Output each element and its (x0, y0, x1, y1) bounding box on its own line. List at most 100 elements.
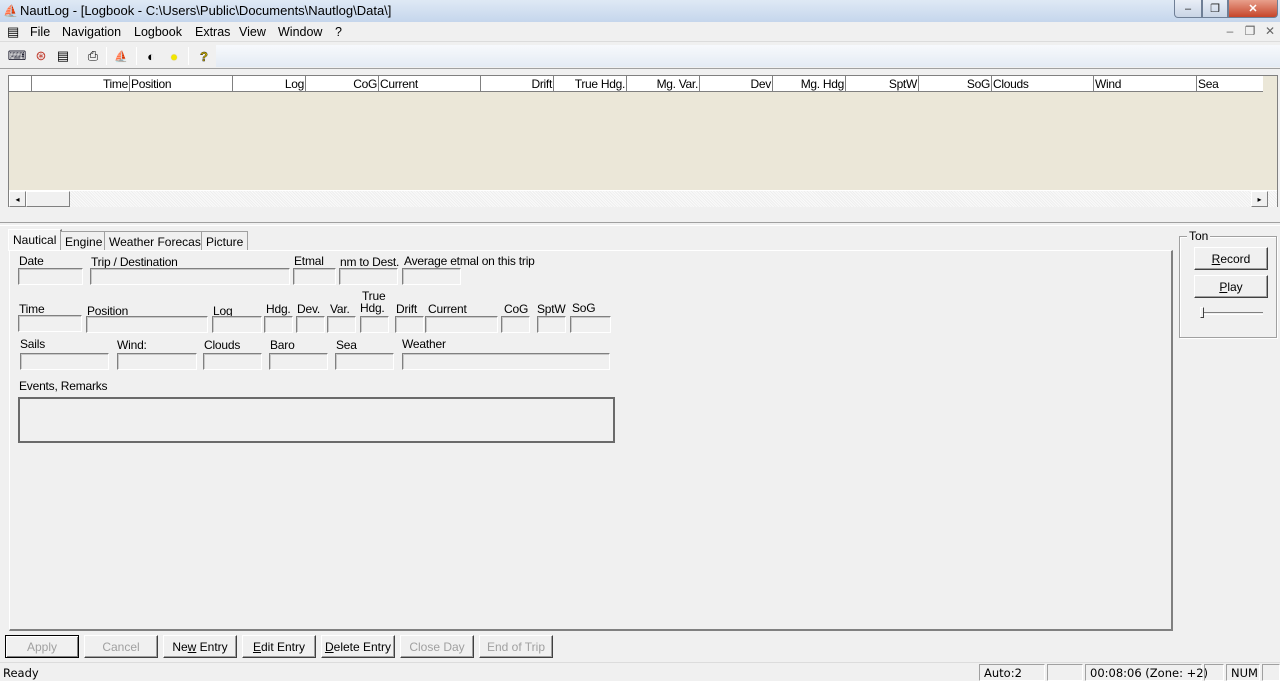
tab-picture[interactable]: Picture (201, 231, 249, 250)
nm-to-dest-label: nm to Dest. (340, 255, 400, 269)
weather-field[interactable] (402, 353, 610, 370)
logbook-icon[interactable]: ▤ (52, 46, 74, 66)
var-label: Var. (330, 302, 350, 316)
var-field[interactable] (327, 316, 356, 333)
nm-to-dest-field[interactable] (339, 268, 398, 285)
drift-field[interactable] (395, 316, 424, 333)
etmal-field[interactable] (293, 268, 336, 285)
dev-label: Dev. (297, 302, 320, 316)
menu-extras[interactable]: Extras (195, 25, 230, 39)
hdg-field[interactable] (264, 316, 293, 333)
menu-help[interactable]: ? (335, 25, 342, 39)
column-header-position[interactable]: Position (130, 76, 233, 92)
column-header-current[interactable]: Current (379, 76, 481, 92)
column-header-wind[interactable]: Wind (1094, 76, 1197, 92)
baro-label: Baro (270, 338, 295, 352)
column-header-sea[interactable]: Sea (1197, 76, 1256, 92)
sptw-field[interactable] (537, 316, 566, 333)
cog-field[interactable] (501, 316, 530, 333)
sea-field[interactable] (335, 353, 394, 370)
logbook-grid[interactable]: Time Position Log CoG Current Drift True… (8, 75, 1278, 207)
column-header-cog[interactable]: CoG (306, 76, 379, 92)
menu-view[interactable]: View (239, 25, 266, 39)
date-field[interactable] (18, 268, 83, 285)
window-title: NautLog - [Logbook - C:\Users\Public\Doc… (20, 3, 392, 18)
events-remarks-textarea[interactable] (18, 397, 615, 443)
current-label: Current (428, 302, 467, 316)
average-etmal-field[interactable] (402, 268, 461, 285)
column-header-true-hdg[interactable]: True Hdg. (554, 76, 627, 92)
events-remarks-label: Events, Remarks (19, 379, 108, 393)
apply-button[interactable]: Apply (5, 635, 79, 658)
scroll-right-button[interactable]: ▸ (1251, 191, 1268, 207)
lifebuoy-icon[interactable]: ⊛ (30, 46, 52, 66)
connect-gps-icon[interactable]: ⌨ (6, 46, 28, 66)
sails-field[interactable] (20, 353, 109, 370)
menu-logbook[interactable]: Logbook (134, 25, 182, 39)
clouds-field[interactable] (203, 353, 262, 370)
log-field[interactable] (212, 316, 262, 333)
column-header-mg-var[interactable]: Mg. Var. (627, 76, 700, 92)
column-header-selector[interactable] (9, 76, 32, 92)
clouds-label: Clouds (204, 338, 241, 352)
scroll-left-button[interactable]: ◂ (9, 191, 26, 207)
current-field[interactable] (425, 316, 498, 333)
status-auto: Auto:2 (979, 664, 1045, 681)
horizontal-scrollbar[interactable]: ◂ ▸ (9, 190, 1277, 207)
weather-label: Weather (402, 337, 446, 351)
column-header-mg-hdg[interactable]: Mg. Hdg (773, 76, 846, 92)
status-message: Ready (3, 666, 39, 680)
maximize-button[interactable]: ❐ (1202, 0, 1228, 18)
position-field[interactable] (86, 316, 208, 333)
baro-field[interactable] (269, 353, 328, 370)
column-header-drift[interactable]: Drift (481, 76, 554, 92)
menu-window[interactable]: Window (278, 25, 322, 39)
wind-field[interactable] (117, 353, 197, 370)
close-button[interactable]: ✕ (1228, 0, 1278, 18)
tab-engine[interactable]: Engine (60, 231, 108, 250)
close-day-button[interactable]: Close Day (400, 635, 474, 658)
mdi-minimize-button[interactable]: – (1220, 22, 1240, 40)
mdi-restore-button[interactable]: ❐ (1240, 22, 1260, 40)
time-field[interactable] (18, 315, 82, 332)
menu-file[interactable]: File (30, 25, 50, 39)
column-header-log[interactable]: Log (233, 76, 306, 92)
column-header-dev[interactable]: Dev (700, 76, 773, 92)
nautlog-icon[interactable]: ⛵ (110, 46, 132, 66)
column-header-time[interactable]: Time (32, 76, 130, 92)
volume-slider-track[interactable] (1201, 312, 1263, 315)
edit-entry-button[interactable]: Edit Entry (242, 635, 316, 658)
tab-nautical[interactable]: Nautical (8, 229, 63, 251)
sog-field[interactable] (570, 316, 611, 333)
app-icon[interactable]: ⛵ (3, 4, 18, 18)
true-hdg-field[interactable] (360, 316, 389, 333)
title-bar: ⛵ NautLog - [Logbook - C:\Users\Public\D… (0, 0, 1280, 22)
sails-label: Sails (20, 337, 46, 351)
record-button[interactable]: Record (1194, 247, 1268, 270)
splitter[interactable] (0, 222, 1280, 226)
column-header-sog[interactable]: SoG (919, 76, 992, 92)
new-entry-button[interactable]: Ne w Entry (163, 635, 237, 658)
column-header-clouds[interactable]: Clouds (992, 76, 1094, 92)
mdi-document-icon[interactable]: ▤ (7, 24, 19, 40)
volume-slider-thumb[interactable] (1200, 307, 1204, 318)
scroll-thumb[interactable] (26, 191, 70, 207)
minimize-button[interactable]: – (1174, 0, 1202, 18)
trip-destination-field[interactable] (90, 268, 290, 285)
end-of-trip-button[interactable]: End of Trip (479, 635, 553, 658)
day-mode-icon[interactable]: ● (163, 46, 185, 66)
dev-field[interactable] (296, 316, 325, 333)
cancel-button[interactable]: Cancel (84, 635, 158, 658)
true-hdg-label-line2: Hdg. (360, 301, 385, 315)
delete-entry-button[interactable]: Delete Entry (321, 635, 395, 658)
hdg-label: Hdg. (266, 302, 291, 316)
help-icon[interactable]: ? (193, 46, 215, 66)
mdi-close-button[interactable]: ✕ (1260, 22, 1280, 40)
night-mode-icon[interactable]: ◐ (140, 46, 162, 66)
print-icon[interactable]: ⎙ (82, 46, 104, 66)
column-header-sptw[interactable]: SptW (846, 76, 919, 92)
play-button[interactable]: Play (1194, 275, 1268, 298)
menu-navigation[interactable]: Navigation (62, 25, 121, 39)
tab-weather-forecast[interactable]: Weather Forecast (104, 231, 210, 250)
status-bar: Ready Auto:2 00:08:06 (Zone: +2) NUM (0, 662, 1280, 681)
